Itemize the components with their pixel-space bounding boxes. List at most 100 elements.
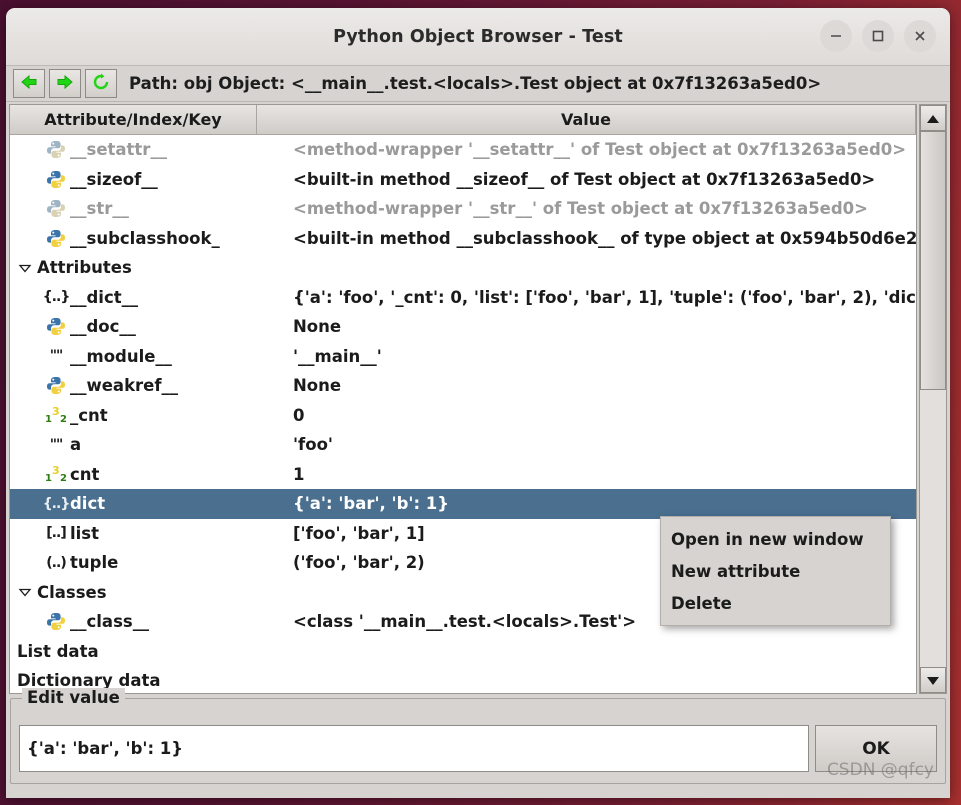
- row-key-label: __str__: [70, 199, 129, 219]
- row-value-cell: 0: [293, 405, 305, 425]
- python-logo-icon: [43, 317, 69, 337]
- row-key-label: dict: [70, 494, 106, 514]
- table-row[interactable]: __weakref__ None: [10, 371, 916, 401]
- table-row[interactable]: Attributes: [10, 253, 916, 283]
- table-row[interactable]: List data: [10, 637, 916, 667]
- table-header-row: Attribute/Index/Key Value: [10, 105, 916, 135]
- table-row[interactable]: "" __module__ '__main__': [10, 342, 916, 372]
- row-key-label: __dict__: [70, 287, 139, 307]
- refresh-button[interactable]: [85, 69, 117, 98]
- row-value-cell: <built-in method __sizeof__ of Test obje…: [293, 169, 876, 189]
- forward-arrow-icon: [55, 73, 75, 95]
- table-row[interactable]: __subclasshook_ <built-in method __subcla…: [10, 224, 916, 254]
- table-row[interactable]: __sizeof__ <built-in method __sizeof__ of…: [10, 165, 916, 195]
- context-menu-item[interactable]: New attribute: [661, 555, 890, 587]
- python-logo-icon: [43, 169, 69, 189]
- expander-triangle-icon[interactable]: [17, 260, 33, 276]
- row-key-cell: 1 3 2 _cnt: [10, 405, 289, 425]
- row-value-cell: '__main__': [293, 346, 382, 366]
- scroll-up-button[interactable]: [920, 105, 946, 131]
- scroll-down-button[interactable]: [920, 667, 946, 694]
- forward-button[interactable]: [49, 69, 81, 98]
- row-value-cell: 'foo': [293, 435, 333, 455]
- edit-value-input[interactable]: {'a': 'bar', 'b': 1}: [19, 725, 809, 773]
- context-menu: Open in new window New attribute Delete: [660, 516, 891, 626]
- dict-type-icon: {..}: [42, 495, 71, 512]
- context-menu-item[interactable]: Open in new window: [661, 523, 890, 555]
- row-value-cell: 1: [293, 464, 305, 484]
- row-key-cell: __subclasshook_: [10, 228, 289, 248]
- window-controls: [820, 20, 936, 52]
- table-row[interactable]: __doc__ None: [10, 312, 916, 342]
- table-row[interactable]: __str__ <method-wrapper '__str__' of Test…: [10, 194, 916, 224]
- maximize-button[interactable]: [862, 20, 894, 52]
- expander-triangle-icon[interactable]: [17, 584, 33, 600]
- table-row[interactable]: 1 3 2 cnt 1: [10, 460, 916, 490]
- row-key-cell: Attributes: [10, 258, 263, 277]
- row-key-cell: "" a: [10, 435, 289, 455]
- column-header-key[interactable]: Attribute/Index/Key: [10, 105, 257, 135]
- python-logo-icon: [43, 376, 69, 396]
- row-key-cell: [..] list: [10, 523, 289, 543]
- row-key-cell: Classes: [10, 583, 263, 602]
- number-type-icon: 132: [43, 405, 69, 425]
- row-key-label: cnt: [70, 464, 100, 484]
- table-row[interactable]: {..} dict {'a': 'bar', 'b': 1}: [10, 489, 916, 519]
- row-value-cell: <method-wrapper '__setattr__' of Test ob…: [293, 140, 907, 160]
- python-object-browser-window: Python Object Browser - Test Path: obj O…: [6, 8, 950, 798]
- row-key-label: __sizeof__: [70, 169, 158, 189]
- row-key-label: __weakref__: [70, 376, 179, 396]
- row-key-label: __module__: [70, 346, 172, 366]
- svg-text:2: 2: [60, 473, 67, 483]
- python-logo-icon: [43, 199, 69, 219]
- row-key-cell: "" __module__: [10, 346, 289, 366]
- list-type-icon: [..]: [46, 525, 66, 542]
- table-row[interactable]: 1 3 2 _cnt 0: [10, 401, 916, 431]
- scroll-down-arrow-icon: [926, 671, 940, 690]
- row-key-label: List data: [17, 641, 99, 661]
- table-row[interactable]: {..} __dict__ {'a': 'foo', '_cnt': 0, 'lis…: [10, 283, 916, 313]
- row-key-label: __subclasshook_: [70, 228, 220, 248]
- table-row[interactable]: __setattr__ <method-wrapper '__setattr__'…: [10, 135, 916, 165]
- edit-value-row: {'a': 'bar', 'b': 1} OK: [19, 725, 937, 773]
- row-key-cell: __weakref__: [10, 376, 289, 396]
- row-value-cell: <method-wrapper '__str__' of Test object…: [293, 199, 868, 219]
- row-key-cell: __setattr__: [10, 140, 289, 160]
- row-value-cell: <built-in method __subclasshook__ of typ…: [293, 228, 916, 248]
- table-row[interactable]: "" a 'foo': [10, 430, 916, 460]
- back-button[interactable]: [13, 69, 45, 98]
- context-menu-item[interactable]: Delete: [661, 587, 890, 619]
- scrollbar-track[interactable]: [920, 131, 946, 668]
- navigation-toolbar: Path: obj Object: <__main__.test.<locals…: [6, 66, 950, 102]
- dict-type-icon: {..}: [42, 289, 71, 306]
- title-bar: Python Object Browser - Test: [6, 8, 950, 66]
- row-key-label: a: [70, 435, 82, 455]
- close-button[interactable]: [904, 20, 936, 52]
- window-title: Python Object Browser - Test: [333, 26, 623, 47]
- row-key-cell: (..) tuple: [10, 553, 289, 573]
- number-type-icon: 132: [43, 464, 69, 484]
- column-header-value[interactable]: Value: [257, 105, 916, 135]
- window-bottom-padding: [6, 784, 950, 798]
- row-key-cell: __sizeof__: [10, 169, 289, 189]
- row-key-label: list: [70, 523, 100, 543]
- row-value-cell: None: [293, 376, 342, 396]
- row-value-cell: {'a': 'foo', '_cnt': 0, 'list': ['foo', …: [293, 287, 916, 307]
- row-key-label: __doc__: [70, 317, 136, 337]
- ok-button[interactable]: OK: [815, 725, 937, 773]
- svg-text:1: 1: [45, 473, 52, 483]
- scroll-up-arrow-icon: [926, 109, 940, 128]
- minimize-button[interactable]: [820, 20, 852, 52]
- row-key-cell: List data: [10, 642, 263, 661]
- vertical-scrollbar[interactable]: [919, 104, 947, 695]
- python-logo-icon: [43, 612, 69, 632]
- table-row[interactable]: Dictionary data: [10, 666, 916, 693]
- row-key-cell: __str__: [10, 199, 289, 219]
- row-key-label: Attributes: [37, 258, 132, 278]
- edit-value-legend: Edit value: [22, 688, 125, 708]
- row-key-cell: __class__: [10, 612, 289, 632]
- row-key-cell: {..} __dict__: [10, 287, 289, 307]
- row-value-cell: {'a': 'bar', 'b': 1}: [293, 494, 450, 514]
- svg-text:1: 1: [45, 414, 52, 424]
- scrollbar-thumb[interactable]: [920, 131, 946, 391]
